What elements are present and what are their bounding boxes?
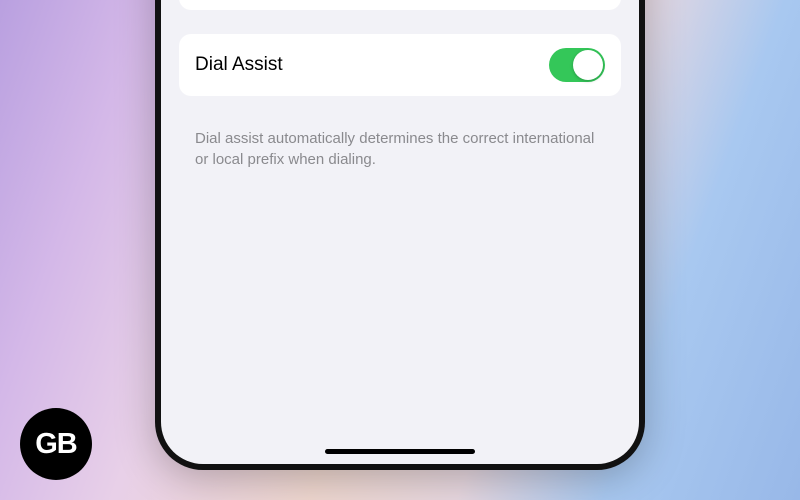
settings-content: Call Blocking & Identification Blocked C… bbox=[161, 0, 639, 170]
dial-assist-toggle[interactable] bbox=[549, 48, 605, 82]
phone-frame: Call Blocking & Identification Blocked C… bbox=[155, 0, 645, 470]
brand-badge: GB bbox=[20, 408, 92, 480]
toggle-knob bbox=[573, 50, 603, 80]
dial-assist-description: Dial assist automatically determines the… bbox=[179, 120, 621, 170]
brand-badge-text: GB bbox=[35, 428, 77, 461]
settings-group-dial-assist: Dial Assist bbox=[179, 34, 621, 96]
row-sms-call-reporting[interactable]: SMS/Call Reporting bbox=[179, 0, 621, 10]
phone-screen: Call Blocking & Identification Blocked C… bbox=[161, 0, 639, 464]
row-dial-assist: Dial Assist bbox=[179, 34, 621, 96]
settings-group-calls: Call Blocking & Identification Blocked C… bbox=[179, 0, 621, 10]
home-indicator[interactable] bbox=[325, 449, 475, 454]
row-label: Dial Assist bbox=[195, 54, 283, 76]
